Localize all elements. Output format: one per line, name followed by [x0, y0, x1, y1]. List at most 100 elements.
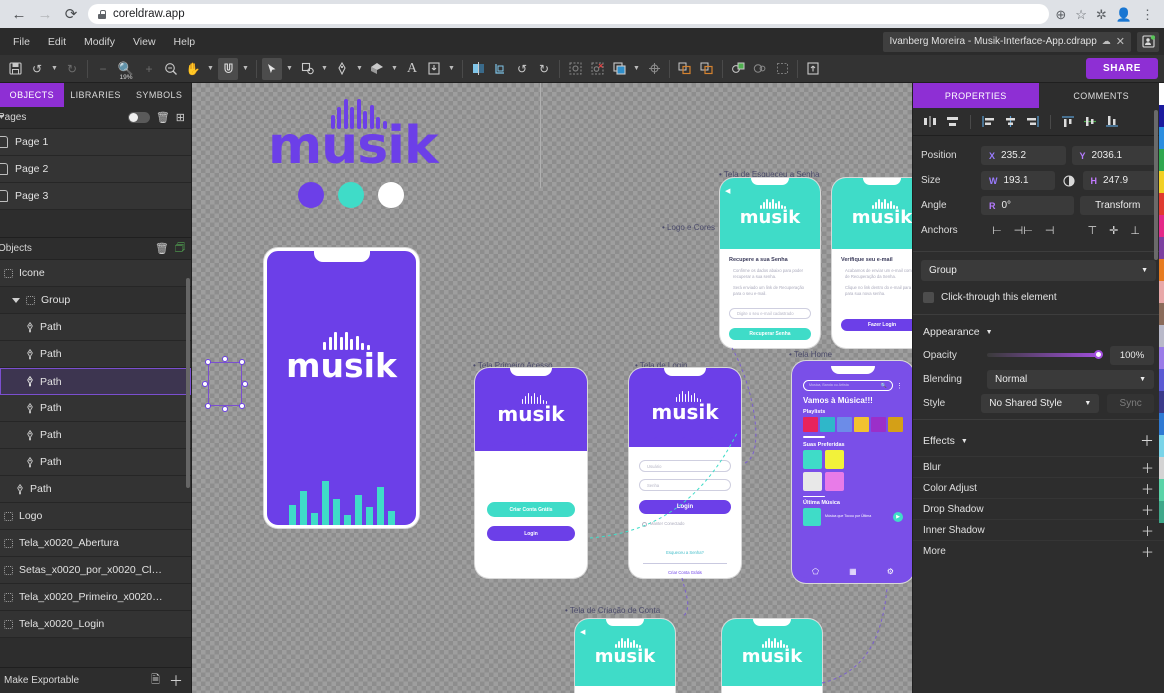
page-item-1[interactable]: Page 1 [0, 129, 191, 156]
favorite-cover[interactable] [825, 450, 844, 469]
shape-chevron-down-icon[interactable]: ▼ [319, 58, 330, 80]
align-left-distribute-icon[interactable] [921, 112, 940, 131]
tab-libraries[interactable]: LIBRARIES [64, 83, 128, 107]
tab-objects[interactable]: OBJECTS [0, 83, 64, 107]
appearance-section-header[interactable]: Appearance ▼ [913, 319, 1164, 343]
reload-icon[interactable]: ⟳ [58, 1, 84, 27]
effect-row-blur[interactable]: Blur ＋ [913, 456, 1164, 477]
chevron-down-icon[interactable] [12, 298, 20, 303]
design-canvas[interactable]: • Logo e Cores • Tela Primeiro Acesso • … [192, 83, 912, 693]
trash-icon[interactable]: 🗑 [156, 111, 170, 124]
color-swatch[interactable] [1159, 391, 1164, 413]
object-row-tela-primeiro[interactable]: Tela_x0020_Primeiro_x0020… [0, 584, 191, 611]
undo-chevron-down-icon[interactable]: ▼ [49, 58, 60, 80]
login-submit-button[interactable]: Login [639, 500, 731, 514]
color-swatch[interactable] [1159, 193, 1164, 215]
manter-conectado-radio[interactable] [642, 522, 647, 527]
align-center-h-icon[interactable] [1001, 112, 1020, 131]
object-row-path[interactable]: Path [0, 314, 191, 341]
color-swatch[interactable] [1159, 237, 1164, 259]
profile-avatar-icon[interactable]: 👤 [1116, 8, 1132, 21]
object-row-tela-abertura[interactable]: Tela_x0020_Abertura [0, 530, 191, 557]
color-swatch[interactable] [1159, 369, 1164, 391]
color-swatch[interactable] [1159, 413, 1164, 435]
back-arrow-icon[interactable]: ◀ [580, 628, 585, 636]
undo-icon[interactable]: ↺ [27, 58, 47, 80]
playlist-chip[interactable] [837, 417, 852, 432]
align-bottom-icon[interactable] [1103, 112, 1122, 131]
menu-edit[interactable]: Edit [39, 32, 75, 52]
blending-dropdown[interactable]: Normal ▼ [987, 370, 1154, 389]
shape-tool-icon[interactable] [297, 58, 317, 80]
color-swatch[interactable] [1159, 149, 1164, 171]
color-swatch[interactable] [1159, 171, 1164, 193]
chevron-down-icon[interactable]: ▼ [986, 329, 993, 336]
object-row-setas[interactable]: Setas_x0020_por_x0020_Cl… [0, 557, 191, 584]
effects-section-header[interactable]: Effects ▼ ＋ [913, 424, 1164, 456]
effect-row-color-adjust[interactable]: Color Adjust ＋ [913, 477, 1164, 498]
deselect-icon[interactable] [587, 58, 607, 80]
opacity-slider[interactable] [987, 353, 1102, 357]
anchor-middle-v-icon[interactable]: ✛ [1109, 224, 1118, 237]
object-type-dropdown[interactable]: Group ▼ [921, 260, 1156, 281]
rotate-ccw-icon[interactable]: ↺ [512, 58, 532, 80]
handle-top-left[interactable] [205, 359, 211, 365]
color-swatch[interactable] [1159, 83, 1164, 105]
handle-mid-right[interactable] [242, 381, 248, 387]
export-settings-icon[interactable]: 🗎 [151, 671, 160, 690]
object-row-path[interactable]: Path [0, 449, 191, 476]
search-icon[interactable]: 🔍 [881, 383, 887, 389]
color-swatch[interactable] [1159, 435, 1164, 457]
bookmark-star-icon[interactable]: ☆ [1075, 8, 1087, 21]
handle-bottom-left[interactable] [205, 403, 211, 409]
color-swatch[interactable] [1159, 501, 1164, 523]
tab-symbols[interactable]: SYMBOLS [127, 83, 191, 107]
align-left-icon[interactable] [979, 112, 998, 131]
favorite-cover[interactable] [803, 472, 822, 491]
object-row-path[interactable]: Path [0, 341, 191, 368]
anchor-bottom-icon[interactable]: ⊥ [1130, 224, 1140, 237]
extensions-puzzle-icon[interactable]: ✲ [1096, 8, 1107, 21]
snap-chevron-down-icon[interactable]: ▼ [240, 58, 251, 80]
usuario-input[interactable]: Usuário [639, 460, 731, 472]
screen-tela-primeiro-acesso[interactable]: musik Criar Conta Grátis Login [475, 368, 587, 578]
favorite-cover[interactable] [803, 450, 822, 469]
rotate-cw-icon[interactable]: ↻ [534, 58, 554, 80]
menu-view[interactable]: View [124, 32, 165, 52]
playlist-chip[interactable] [854, 417, 869, 432]
handle-top-right[interactable] [239, 359, 245, 365]
center-icon[interactable] [644, 58, 664, 80]
back-arrow-icon[interactable]: ← [6, 1, 32, 27]
screen-esqueceu-senha-b[interactable]: musik Verifique seu e-mail Acabamos de e… [832, 178, 912, 348]
plus-icon[interactable]: ＋ [1141, 521, 1154, 540]
align-top-icon[interactable] [1059, 112, 1078, 131]
pick-tool-icon[interactable] [262, 58, 282, 80]
text-tool-icon[interactable]: A [402, 58, 422, 80]
handle-mid-left[interactable] [202, 381, 208, 387]
anchor-right-icon[interactable]: ⊣ [1045, 224, 1055, 237]
trim-icon[interactable] [697, 58, 717, 80]
crop-icon[interactable] [490, 58, 510, 80]
back-arrow-icon[interactable]: ◀ [725, 187, 730, 195]
manter-conectado-row[interactable]: Manter Conectado [639, 521, 731, 527]
mask-icon[interactable] [468, 58, 488, 80]
color-swatch[interactable] [1159, 325, 1164, 347]
pan-chevron-down-icon[interactable]: ▼ [205, 58, 216, 80]
weld-icon[interactable] [675, 58, 695, 80]
screen-tela-login[interactable]: musik Usuário Senha Login Manter Conecta… [629, 368, 741, 578]
align-center-distribute-icon[interactable] [943, 112, 962, 131]
tab-properties[interactable]: PROPERTIES [913, 83, 1039, 108]
plus-icon[interactable]: ＋ [1141, 479, 1154, 498]
fazer-login-button[interactable]: Fazer Login [841, 319, 912, 331]
home-search-input[interactable]: Musica, Banda ou Artista 🔍 [803, 380, 893, 391]
selection-handles[interactable] [204, 358, 248, 410]
close-icon[interactable]: ✕ [1116, 35, 1125, 48]
playlist-chip[interactable] [820, 417, 835, 432]
link-aspect-icon[interactable] [1061, 174, 1077, 188]
anchor-top-icon[interactable]: ⊤ [1088, 224, 1098, 237]
import-chevron-down-icon[interactable]: ▼ [446, 58, 457, 80]
color-swatch[interactable] [1159, 347, 1164, 369]
pick-chevron-down-icon[interactable]: ▼ [284, 58, 295, 80]
screen-tela-home[interactable]: Musica, Banda ou Artista 🔍 ⋮ Vamos à Mús… [792, 361, 912, 583]
fill-chevron-down-icon[interactable]: ▼ [389, 58, 400, 80]
